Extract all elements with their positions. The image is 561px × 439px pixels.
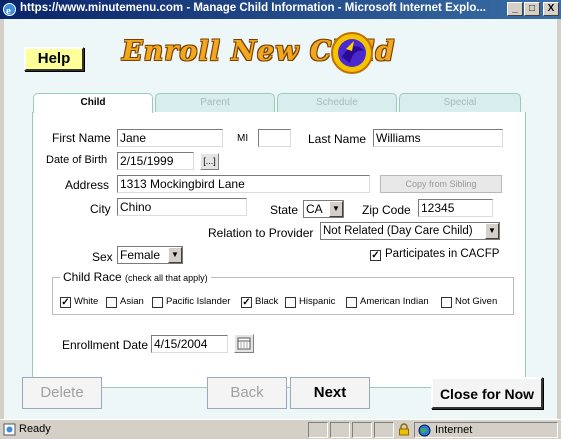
cacfp-checkbox[interactable]: ✓ [370,250,381,261]
zone-text: Internet [435,424,473,436]
race-white-label: White [74,296,99,307]
chevron-down-icon: ▼ [168,247,182,263]
date-picker-button[interactable]: [...] [200,153,219,170]
status-text: Ready [19,423,51,435]
middle-initial-label: MI [237,133,249,144]
enrollment-date-field[interactable]: 4/15/2004 [151,335,228,353]
child-race-hint: (check all that apply) [125,273,208,283]
race-hispanic-label: Hispanic [299,296,336,307]
first-name-field[interactable]: Jane [117,129,223,147]
zip-code-field[interactable]: 12345 [418,199,493,217]
child-race-legend: Child Race (check all that apply) [60,270,211,284]
race-asian-checkbox[interactable] [106,297,117,308]
minimize-button[interactable]: _ [507,2,523,16]
race-hispanic-checkbox[interactable] [285,297,296,308]
lock-icon [399,423,409,436]
last-name-label: Last Name [308,132,367,146]
chevron-down-icon: ▼ [485,223,499,239]
tab-parent[interactable]: Parent [155,93,275,112]
race-black-checkbox[interactable]: ✓ [241,297,252,308]
race-american-indian-label: American Indian [360,296,429,307]
relation-select-value: Not Related (Day Care Child) [323,225,473,237]
chevron-down-icon: ▼ [329,201,343,217]
race-asian-label: Asian [120,296,144,307]
tab-special[interactable]: Special [399,93,521,112]
zip-code-label: Zip Code [362,203,411,217]
date-of-birth-label: Date of Birth [46,154,108,166]
first-name-label: First Name [52,131,111,145]
sex-label: Sex [92,250,113,264]
race-black-label: Black [255,296,279,307]
next-button[interactable]: Next [290,377,370,409]
svg-text:e: e [6,5,11,17]
internet-explorer-icon: e [3,3,16,17]
date-of-birth-field[interactable]: 2/15/1999 [117,152,194,170]
help-button[interactable]: Help [24,47,84,71]
status-bar: Ready Internet [0,419,561,439]
city-field[interactable]: Chino [117,198,247,216]
race-not-given-label: Not Given [455,296,498,307]
sex-select[interactable]: Female ▼ [117,246,183,264]
maximize-button[interactable]: □ [524,2,540,16]
status-segment [308,422,328,438]
city-label: City [90,202,111,216]
address-field[interactable]: 1313 Mockingbird Lane [117,175,370,193]
race-not-given-checkbox[interactable] [441,297,452,308]
calendar-icon[interactable] [234,334,254,353]
status-segment [374,422,394,438]
race-white-checkbox[interactable]: ✓ [60,297,71,308]
relation-to-provider-select[interactable]: Not Related (Day Care Child) ▼ [320,222,500,240]
child-race-title: Child Race [63,270,122,284]
race-american-indian-checkbox[interactable] [346,297,357,308]
tab-schedule[interactable]: Schedule [277,93,397,112]
minute-menu-logo-icon [331,32,373,74]
race-pacific-islander-checkbox[interactable] [152,297,163,308]
close-window-button[interactable]: X [543,2,559,16]
window-title: https://www.minutemenu.com - Manage Chil… [20,2,486,14]
status-segment [330,422,350,438]
status-segment [352,422,372,438]
middle-initial-field[interactable] [258,129,291,147]
state-select-value: CA [306,202,323,216]
address-label: Address [65,178,110,192]
tab-child[interactable]: Child [33,93,153,113]
close-for-now-button[interactable]: Close for Now [431,377,543,409]
state-label: State [270,203,299,217]
page-icon [3,423,16,436]
window-title-bar: e https://www.minutemenu.com - Manage Ch… [0,0,561,19]
globe-icon [418,424,431,437]
copy-from-sibling-button[interactable]: Copy from Sibling [380,175,502,193]
cacfp-label: Participates in CACFP [385,248,500,260]
delete-button[interactable]: Delete [22,377,102,409]
state-select[interactable]: CA ▼ [303,200,344,218]
relation-to-provider-label: Relation to Provider [208,226,314,240]
enrollment-date-label: Enrollment Date [62,338,149,352]
race-pacific-islander-label: Pacific Islander [166,296,231,307]
sex-select-value: Female [120,248,161,262]
back-button[interactable]: Back [207,377,287,409]
last-name-field[interactable]: Williams [373,129,503,147]
zone-segment: Internet [414,422,558,438]
